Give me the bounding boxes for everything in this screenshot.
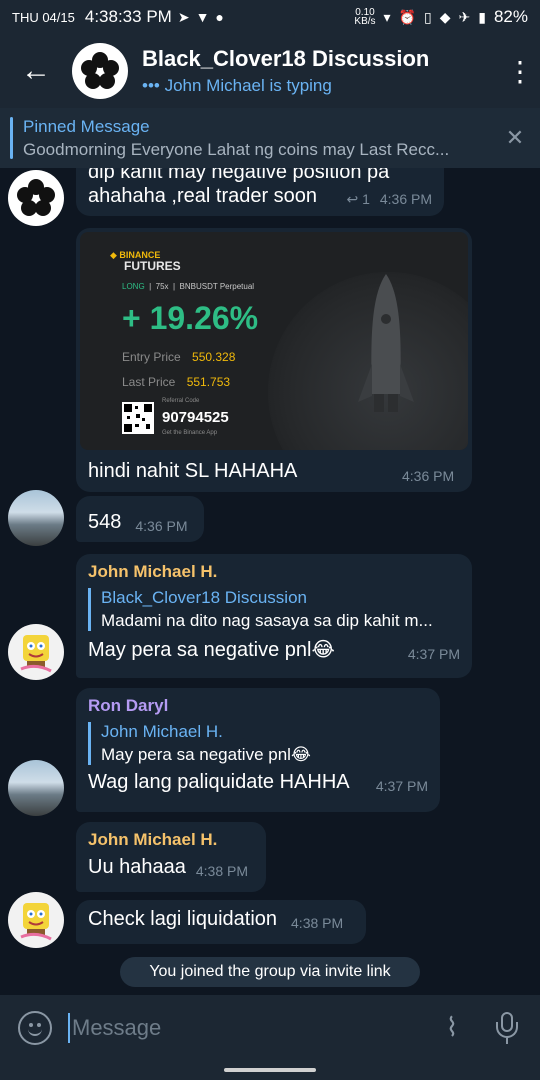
pinned-message-bar[interactable]: Pinned Message Goodmorning Everyone Laha… bbox=[0, 108, 540, 168]
avatar[interactable] bbox=[8, 170, 64, 226]
message-bubble[interactable]: dip kahit may negative position pa ahaha… bbox=[76, 168, 444, 216]
rocket-icon bbox=[358, 274, 414, 412]
typing-status: ••• John Michael is typing bbox=[142, 76, 332, 95]
home-gesture-handle[interactable] bbox=[224, 1068, 316, 1072]
referral-code: 90794525 bbox=[162, 409, 229, 426]
message-text: 548 bbox=[88, 511, 122, 533]
spongebob-icon bbox=[20, 903, 52, 941]
message-bubble[interactable]: Ron Daryl John Michael H. May pera sa ne… bbox=[76, 688, 440, 812]
spongebob-icon bbox=[20, 635, 52, 673]
message-time: 4:36 PM bbox=[379, 191, 432, 207]
typing-dots-icon: ••• bbox=[142, 76, 160, 95]
message-text: Check lagi liquidation bbox=[88, 908, 278, 930]
status-date: THU 04/15 bbox=[12, 9, 75, 25]
binance-screenshot[interactable]: ◆ BINANCE FUTURES LONG | 75x | BNBUSDT P… bbox=[80, 232, 468, 450]
more-options-icon[interactable]: ⋮ bbox=[500, 55, 540, 88]
message-text: hindi nahit SL HAHAHA bbox=[88, 460, 298, 482]
telegram-icon: ➤ bbox=[177, 8, 190, 25]
message-time: 4:38 PM bbox=[291, 915, 344, 931]
chat-title: Black_Clover18 Discussion bbox=[142, 46, 430, 71]
sender-name[interactable]: Ron Daryl bbox=[88, 696, 428, 716]
pinned-label: Pinned Message bbox=[23, 116, 150, 136]
battery-level: 82% bbox=[493, 7, 528, 26]
message-list[interactable]: dip kahit may negative position pa ahaha… bbox=[0, 168, 540, 995]
binance-product: FUTURES bbox=[124, 259, 181, 273]
composer: ⌇ bbox=[0, 995, 540, 1060]
brave-icon: ▼ bbox=[195, 9, 210, 25]
clover-icon bbox=[17, 179, 55, 216]
status-time: 4:38:33 PM bbox=[84, 7, 172, 26]
last-price-row: Last Price 551.753 bbox=[122, 375, 231, 389]
message-bubble[interactable]: John Michael H. Uu hahaaa 4:38 PM bbox=[76, 822, 266, 892]
avatar[interactable] bbox=[8, 624, 64, 680]
wifi-icon: ◆ bbox=[439, 8, 451, 25]
message-meta: ↩ 1 4:36 PM bbox=[347, 191, 432, 208]
service-message: You joined the group via invite link bbox=[120, 957, 420, 987]
message-text: May pera sa negative pnl😂 bbox=[88, 639, 335, 661]
pinned-indicator bbox=[10, 117, 13, 159]
battery-icon: ▮ bbox=[478, 8, 486, 25]
signal-arrow-icon: ▾ bbox=[383, 8, 391, 25]
reply-count[interactable]: 1 bbox=[362, 191, 370, 207]
message-time: 4:36 PM bbox=[402, 468, 455, 484]
sender-name[interactable]: John Michael H. bbox=[88, 830, 254, 850]
airplane-icon: ✈ bbox=[458, 8, 471, 25]
system-nav-bar bbox=[0, 1060, 540, 1080]
message-time: 4:36 PM bbox=[135, 518, 188, 534]
alarm-icon: ⏰ bbox=[398, 8, 417, 25]
group-avatar[interactable] bbox=[72, 43, 128, 99]
clover-icon bbox=[81, 52, 119, 89]
message-time: 4:38 PM bbox=[195, 863, 249, 879]
net-speed: 0.10 KB/s bbox=[354, 7, 376, 27]
message-bubble[interactable]: 548 4:36 PM bbox=[76, 496, 204, 542]
message-bubble[interactable]: John Michael H. Black_Clover18 Discussio… bbox=[76, 554, 472, 678]
emoji-icon[interactable] bbox=[18, 1010, 52, 1045]
unpin-icon[interactable]: ✕ bbox=[490, 125, 540, 151]
message-input[interactable] bbox=[68, 1012, 432, 1043]
referral-label: Referral Code bbox=[162, 398, 200, 404]
position-info: LONG | 75x | BNBUSDT Perpetual bbox=[122, 282, 255, 291]
reply-count-icon[interactable]: ↩ bbox=[347, 191, 359, 207]
avatar[interactable] bbox=[8, 490, 64, 546]
attach-icon[interactable]: ⌇ bbox=[432, 1012, 472, 1043]
pnl-percent: + 19.26% bbox=[122, 300, 259, 336]
back-arrow-icon[interactable]: ← bbox=[0, 54, 72, 88]
message-text: Uu hahaaa bbox=[88, 856, 186, 878]
message-time: 4:37 PM bbox=[407, 646, 460, 662]
message-bubble[interactable]: Check lagi liquidation 4:38 PM bbox=[76, 900, 366, 944]
reply-preview[interactable]: John Michael H. May pera sa negative pnl… bbox=[88, 722, 428, 765]
chat-titles[interactable]: Black_Clover18 Discussion ••• John Micha… bbox=[142, 46, 500, 96]
binance-app-label: Get the Binance App bbox=[162, 430, 218, 436]
microphone-icon[interactable] bbox=[492, 1010, 522, 1046]
entry-price-row: Entry Price 550.328 bbox=[122, 350, 236, 364]
avatar[interactable] bbox=[8, 760, 64, 816]
reply-preview[interactable]: Black_Clover18 Discussion Madami na dito… bbox=[88, 588, 460, 631]
message-time: 4:37 PM bbox=[375, 778, 428, 794]
sender-name[interactable]: John Michael H. bbox=[88, 562, 460, 582]
avatar[interactable] bbox=[8, 892, 64, 948]
message-text: Wag lang paliquidate HAHHA bbox=[88, 771, 350, 793]
vibrate-icon: ▯ bbox=[424, 8, 432, 25]
status-bar: THU 04/15 4:38:33 PM ➤ ▼ ● 0.10 KB/s ▾ ⏰… bbox=[0, 0, 540, 34]
qr-code bbox=[122, 402, 154, 434]
chat-header: ← Black_Clover18 Discussion ••• John Mic… bbox=[0, 34, 540, 108]
pinned-text: Goodmorning Everyone Lahat ng coins may … bbox=[23, 139, 450, 159]
notification-icon: ● bbox=[215, 9, 224, 25]
